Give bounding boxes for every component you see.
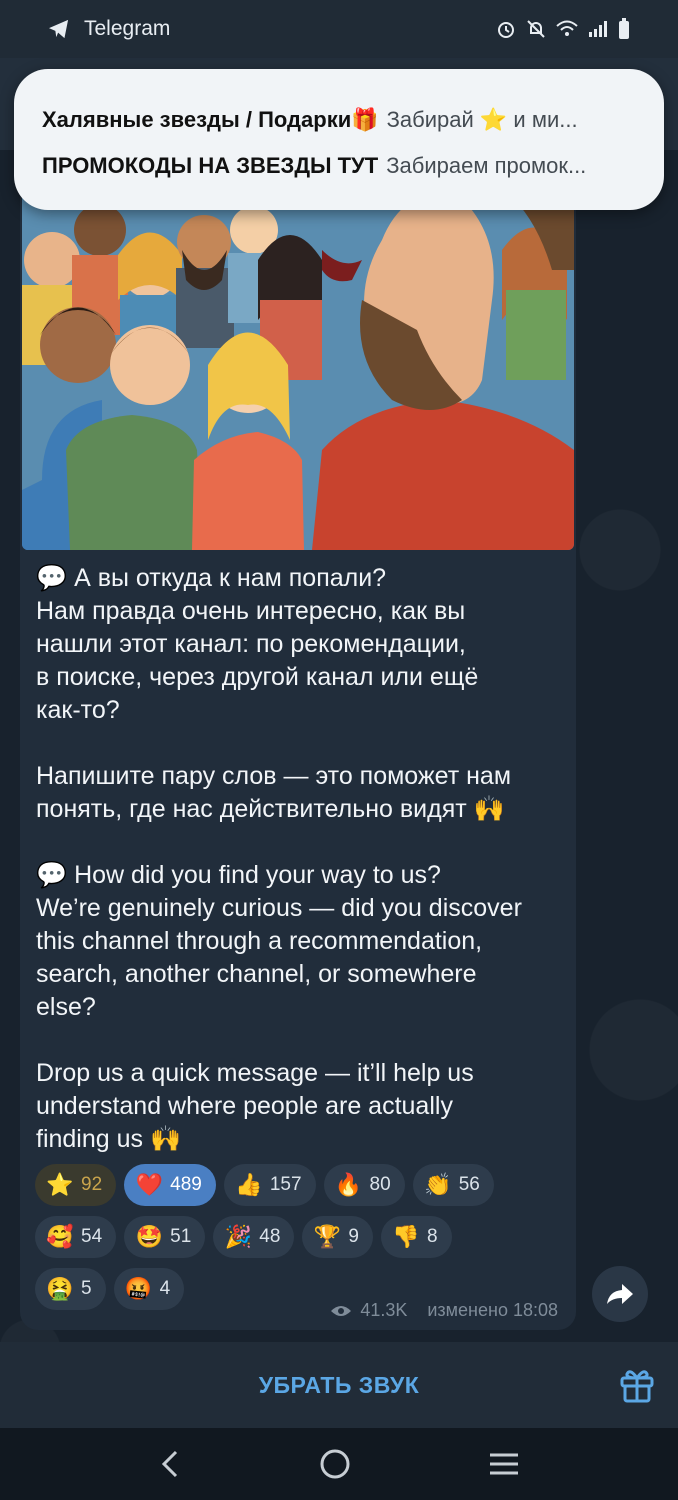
clap-icon: 👏 <box>423 1172 452 1198</box>
notification-row[interactable]: ПРОМОКОДЫ НА ЗВЕЗДЫ ТУТ Забираем промок.… <box>42 151 636 181</box>
trophy-icon: 🏆 <box>313 1224 342 1250</box>
signal-icon <box>589 21 607 37</box>
back-icon[interactable] <box>158 1449 182 1479</box>
text-line: else? <box>36 993 96 1021</box>
reaction-row: ⭐ 92 ❤️ 489 👍 157 🔥 80 👏 56 <box>35 1164 565 1206</box>
text-line: We’re genuinely curious — did you discov… <box>36 894 522 922</box>
reaction-count: 56 <box>458 1174 480 1195</box>
text-line: как-то? <box>36 696 120 724</box>
telegram-icon <box>49 19 69 39</box>
reaction-heart[interactable]: ❤️ 489 <box>124 1164 216 1206</box>
notification-popup[interactable]: Халявные звезды / Подарки🎁 Забирай ⭐ и м… <box>14 69 664 210</box>
notification-source: Telegram <box>48 17 170 41</box>
text-line: 💬 А вы откуда к нам попали? <box>36 564 387 592</box>
home-icon[interactable] <box>319 1448 351 1480</box>
reaction-row: 🥰 54 🤩 51 🎉 48 🏆 9 👎 8 <box>35 1216 565 1258</box>
reaction-count: 4 <box>159 1278 171 1299</box>
view-count: 41.3K <box>360 1300 408 1320</box>
text-line: search, another channel, or somewhere <box>36 960 477 988</box>
notification-title: ПРОМОКОДЫ НА ЗВЕЗДЫ ТУТ <box>42 153 379 178</box>
mute-icon <box>527 20 545 38</box>
gift-icon[interactable] <box>618 1366 656 1404</box>
thumbs-down-icon: 👎 <box>392 1224 420 1250</box>
status-icons <box>496 18 630 40</box>
crowd-illustration <box>22 150 574 550</box>
reaction-thumbs-down[interactable]: 👎 8 <box>381 1216 452 1258</box>
text-line: understand where people are actually <box>36 1092 453 1120</box>
bottom-bar: УБРАТЬ ЗВУК <box>0 1342 678 1428</box>
text-line: в поиске, через другой канал или ещё <box>36 663 479 691</box>
alarm-icon <box>498 22 514 38</box>
battery-icon <box>619 18 629 39</box>
reaction-clap[interactable]: 👏 56 <box>412 1164 494 1206</box>
fire-icon: 🔥 <box>334 1172 363 1198</box>
star-icon: ⭐ <box>46 1172 74 1198</box>
reaction-cursing[interactable]: 🤬 4 <box>113 1268 185 1310</box>
cursing-face-icon: 🤬 <box>124 1276 153 1302</box>
reaction-trophy[interactable]: 🏆 9 <box>302 1216 373 1258</box>
smiling-hearts-icon: 🥰 <box>46 1224 74 1250</box>
star-struck-icon: 🤩 <box>135 1224 163 1250</box>
heart-icon: ❤️ <box>135 1172 163 1198</box>
reaction-star-struck[interactable]: 🤩 51 <box>124 1216 206 1258</box>
reaction-smiling-hearts[interactable]: 🥰 54 <box>35 1216 117 1258</box>
reaction-count: 9 <box>348 1226 359 1247</box>
reaction-count: 80 <box>369 1174 391 1195</box>
reaction-vomit[interactable]: 🤮 5 <box>35 1268 106 1310</box>
reaction-fire[interactable]: 🔥 80 <box>323 1164 405 1206</box>
text-line: Drop us a quick message — it’ll help us <box>36 1059 474 1087</box>
text-line: this channel through a recommendation, <box>36 927 483 955</box>
text-line: Нам правда очень интересно, как вы <box>36 597 466 625</box>
reaction-count: 48 <box>259 1226 281 1247</box>
reaction-thumbs-up[interactable]: 👍 157 <box>223 1164 316 1206</box>
system-nav-bar <box>0 1428 678 1500</box>
notification-row[interactable]: Халявные звезды / Подарки🎁 Забирай ⭐ и м… <box>42 105 636 135</box>
message-meta: 41.3K изменено 18:08 <box>308 1300 558 1321</box>
text-line: Напишите пару слов — это поможет нам <box>36 762 512 790</box>
reactions: ⭐ 92 ❤️ 489 👍 157 🔥 80 👏 56 🥰 54 🤩 51 🎉 48 🏆 9 👎 8… <box>35 1164 565 1320</box>
notification-text: Забираем промок... <box>386 153 587 178</box>
reaction-count: 157 <box>269 1174 302 1195</box>
reaction-count: 51 <box>170 1226 192 1247</box>
text-line: finding us 🙌 <box>36 1125 182 1153</box>
recents-icon[interactable] <box>488 1451 520 1477</box>
text-line: нашли этот канал: по рекомендации, <box>36 630 466 658</box>
reaction-count: 54 <box>81 1226 103 1247</box>
reaction-party[interactable]: 🎉 48 <box>213 1216 295 1258</box>
reaction-count: 92 <box>81 1174 103 1195</box>
edited-time: изменено 18:08 <box>427 1300 558 1320</box>
reaction-star[interactable]: ⭐ 92 <box>35 1164 117 1206</box>
status-app-name: Telegram <box>84 17 171 40</box>
vomit-face-icon: 🤮 <box>46 1276 74 1302</box>
post-image[interactable] <box>22 150 574 550</box>
reaction-count: 489 <box>170 1174 202 1195</box>
reaction-count: 8 <box>427 1226 438 1247</box>
share-arrow-icon <box>607 1284 633 1304</box>
party-popper-icon: 🎉 <box>224 1224 252 1250</box>
thumbs-up-icon: 👍 <box>235 1172 263 1198</box>
notification-title: Халявные звезды / Подарки🎁 <box>42 107 379 132</box>
text-line: понять, где нас действительно видят 🙌 <box>36 795 505 823</box>
status-bar: Telegram <box>0 0 678 58</box>
message-text: 💬 А вы откуда к нам попали? Нам правда о… <box>36 562 566 1156</box>
eye-icon <box>331 1305 352 1316</box>
text-line: 💬 How did you find your way to us? <box>36 861 441 889</box>
wifi-icon <box>556 20 578 36</box>
notification-text: Забирай ⭐ и ми... <box>386 107 578 132</box>
reaction-count: 5 <box>81 1278 92 1299</box>
mute-button[interactable]: УБРАТЬ ЗВУК <box>259 1372 420 1399</box>
share-button[interactable] <box>592 1266 648 1322</box>
